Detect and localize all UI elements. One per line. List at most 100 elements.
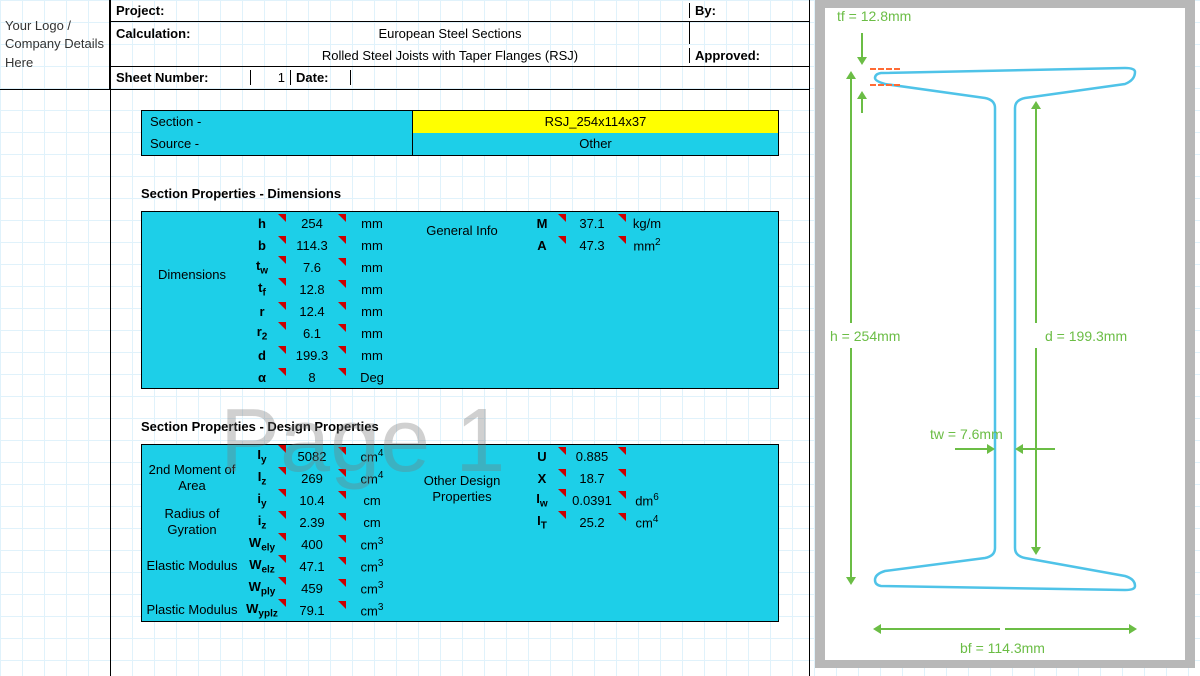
odp-unit: cm4 xyxy=(622,514,672,530)
dim-val: 7.6 xyxy=(282,260,342,275)
design-title: Section Properties - Design Properties xyxy=(141,419,779,434)
dim-sym: d xyxy=(242,348,282,363)
dim-val: 6.1 xyxy=(282,326,342,341)
section-diagram: tf = 12.8mm h = 254mm d = 199.3mm tw = 7… xyxy=(815,0,1195,668)
des-unit: cm4 xyxy=(342,470,402,486)
des-unit: cm3 xyxy=(342,602,402,618)
bf-label: bf = 114.3mm xyxy=(960,640,1045,656)
project-label: Project: xyxy=(111,3,211,18)
des-unit: cm3 xyxy=(342,536,402,552)
d-label: d = 199.3mm xyxy=(1045,328,1127,344)
dimensions-table: h254mmGeneral InfoM37.1kg/mb114.3mmA47.3… xyxy=(141,211,779,389)
des-unit: cm4 xyxy=(342,448,402,464)
odp-val: 0.885 xyxy=(562,449,622,464)
odp-sym: Iw xyxy=(522,491,562,510)
tw-label: tw = 7.6mm xyxy=(930,426,1003,442)
des-val: 269 xyxy=(282,471,342,486)
dim-val: 8 xyxy=(282,370,342,385)
gi-unit: kg/m xyxy=(622,216,672,231)
dim-val: 254 xyxy=(282,216,342,231)
dim-row: h254mmGeneral InfoM37.1kg/m xyxy=(142,212,778,234)
des-sym: iy xyxy=(242,491,282,510)
dim-row: r26.1mm xyxy=(142,322,778,344)
section-label: Section - xyxy=(142,111,412,133)
source-label: Source - xyxy=(142,133,412,155)
header-block: Project: By: Calculation: European Steel… xyxy=(110,0,810,90)
h-label: h = 254mm xyxy=(830,328,900,344)
odp-sym: U xyxy=(522,449,562,464)
dim-unit: mm xyxy=(342,304,402,319)
logo-placeholder: Your Logo / Company Details Here xyxy=(0,0,110,90)
odp-val: 25.2 xyxy=(562,515,622,530)
des-row: Wyplz79.1cm3 xyxy=(142,599,778,621)
gi-sym: M xyxy=(522,216,562,231)
by-label: By: xyxy=(689,3,809,18)
odp-sym: IT xyxy=(522,513,562,532)
dim-val: 12.4 xyxy=(282,304,342,319)
des-val: 2.39 xyxy=(282,515,342,530)
source-value[interactable]: Other xyxy=(412,133,778,155)
dim-unit: mm xyxy=(342,260,402,275)
des-row: iz2.39cm IT25.2cm4 xyxy=(142,511,778,533)
des-sym: Welz xyxy=(242,557,282,576)
gi-sym: A xyxy=(522,238,562,253)
dim-sym: tf xyxy=(242,280,282,299)
design-table: 2nd Moment of AreaIy5082cm4U0.885Iz269cm… xyxy=(141,444,779,622)
des-val: 400 xyxy=(282,537,342,552)
des-row: Iz269cm4Other Design PropertiesX18.7 xyxy=(142,467,778,489)
dim-unit: mm xyxy=(342,282,402,297)
des-val: 47.1 xyxy=(282,559,342,574)
des-sym: Iz xyxy=(242,469,282,488)
gi-val: 47.3 xyxy=(562,238,622,253)
des-sym: Wyplz xyxy=(242,601,282,620)
des-val: 459 xyxy=(282,581,342,596)
dim-unit: mm xyxy=(342,348,402,363)
dim-sym: tw xyxy=(242,258,282,277)
dim-sym: α xyxy=(242,370,282,385)
des-row: Radius of Gyrationiy10.4cmIw0.0391dm6 xyxy=(142,489,778,511)
section-selector: Section - RSJ_254x114x37 Source - Other xyxy=(141,110,779,156)
dim-row: b114.3mm A47.3mm2 xyxy=(142,234,778,256)
des-val: 5082 xyxy=(282,449,342,464)
odp-unit: dm6 xyxy=(622,492,672,508)
date-label: Date: xyxy=(291,70,351,85)
dim-val: 12.8 xyxy=(282,282,342,297)
calculation-label: Calculation: xyxy=(111,26,211,41)
sheet-label: Sheet Number: xyxy=(111,70,251,85)
dim-val: 199.3 xyxy=(282,348,342,363)
dim-row: d199.3mm xyxy=(142,344,778,366)
odp-val: 0.0391 xyxy=(562,493,622,508)
des-sym: Wely xyxy=(242,535,282,554)
dim-sym: r xyxy=(242,304,282,319)
odp-val: 18.7 xyxy=(562,471,622,486)
des-unit: cm xyxy=(342,515,402,530)
des-unit: cm xyxy=(342,493,402,508)
dim-sym: h xyxy=(242,216,282,231)
des-val: 10.4 xyxy=(282,493,342,508)
sheet-value[interactable]: 1 xyxy=(251,70,291,85)
gi-unit: mm2 xyxy=(622,237,672,253)
dim-sym: b xyxy=(242,238,282,253)
des-row: 2nd Moment of AreaIy5082cm4U0.885 xyxy=(142,445,778,467)
section-dropdown[interactable]: RSJ_254x114x37 xyxy=(412,111,778,133)
des-sym: iz xyxy=(242,513,282,532)
tf-label: tf = 12.8mm xyxy=(837,8,911,24)
dimensions-title: Section Properties - Dimensions xyxy=(141,186,779,201)
calculation-value: European Steel Sections xyxy=(211,26,689,41)
des-row: Elastic ModulusWely400cm3 xyxy=(142,533,778,555)
dim-unit: mm xyxy=(342,326,402,341)
dim-unit: mm xyxy=(342,238,402,253)
dim-val: 114.3 xyxy=(282,238,342,253)
des-sym: Wply xyxy=(242,579,282,598)
des-row: Plastic ModulusWply459cm3 xyxy=(142,577,778,599)
approved-label: Approved: xyxy=(689,48,809,63)
des-unit: cm3 xyxy=(342,558,402,574)
dim-unit: Deg xyxy=(342,370,402,385)
des-val: 79.1 xyxy=(282,603,342,618)
dim-row: Dimensionsr12.4mm xyxy=(142,300,778,322)
des-sym: Iy xyxy=(242,447,282,466)
odp-sym: X xyxy=(522,471,562,486)
calculation-sub: Rolled Steel Joists with Taper Flanges (… xyxy=(211,48,689,63)
gi-val: 37.1 xyxy=(562,216,622,231)
dim-sym: r2 xyxy=(242,324,282,343)
